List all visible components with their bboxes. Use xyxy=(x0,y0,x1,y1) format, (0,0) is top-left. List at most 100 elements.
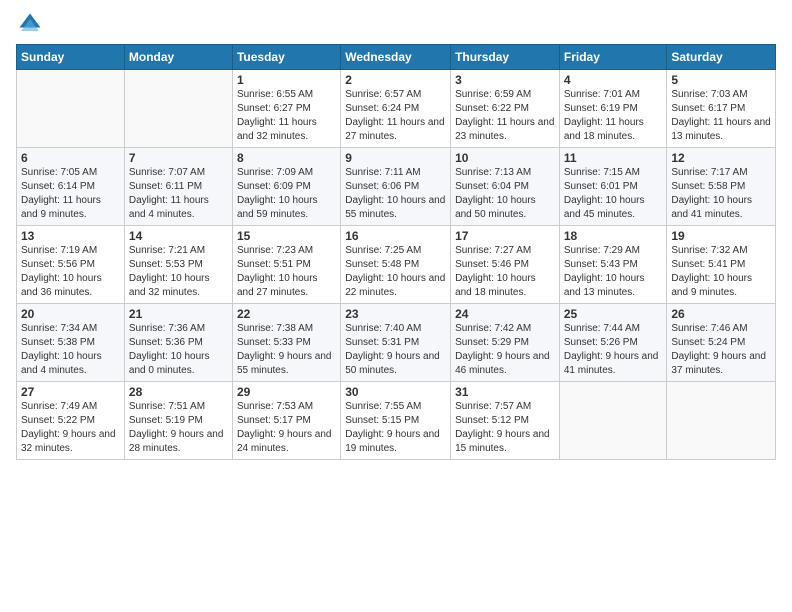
day-number: 23 xyxy=(345,307,446,321)
day-detail: Sunrise: 7:38 AMSunset: 5:33 PMDaylight:… xyxy=(237,322,336,378)
day-detail: Sunrise: 7:21 AMSunset: 5:53 PMDaylight:… xyxy=(129,244,228,300)
calendar-week-row: 27Sunrise: 7:49 AMSunset: 5:22 PMDayligh… xyxy=(17,382,776,460)
calendar-cell: 13Sunrise: 7:19 AMSunset: 5:56 PMDayligh… xyxy=(17,226,125,304)
day-number: 29 xyxy=(237,385,336,399)
calendar-cell: 24Sunrise: 7:42 AMSunset: 5:29 PMDayligh… xyxy=(451,304,560,382)
calendar-cell xyxy=(559,382,667,460)
calendar-cell: 27Sunrise: 7:49 AMSunset: 5:22 PMDayligh… xyxy=(17,382,125,460)
day-number: 3 xyxy=(455,73,555,87)
day-detail: Sunrise: 7:19 AMSunset: 5:56 PMDaylight:… xyxy=(21,244,120,300)
day-detail: Sunrise: 7:57 AMSunset: 5:12 PMDaylight:… xyxy=(455,400,555,456)
day-number: 7 xyxy=(129,151,228,165)
day-detail: Sunrise: 7:40 AMSunset: 5:31 PMDaylight:… xyxy=(345,322,446,378)
calendar-cell: 21Sunrise: 7:36 AMSunset: 5:36 PMDayligh… xyxy=(124,304,232,382)
day-number: 5 xyxy=(671,73,771,87)
day-detail: Sunrise: 7:29 AMSunset: 5:43 PMDaylight:… xyxy=(564,244,663,300)
calendar-cell: 7Sunrise: 7:07 AMSunset: 6:11 PMDaylight… xyxy=(124,148,232,226)
day-number: 6 xyxy=(21,151,120,165)
calendar-cell: 20Sunrise: 7:34 AMSunset: 5:38 PMDayligh… xyxy=(17,304,125,382)
day-number: 11 xyxy=(564,151,663,165)
weekday-header: Saturday xyxy=(667,45,776,70)
calendar-cell: 4Sunrise: 7:01 AMSunset: 6:19 PMDaylight… xyxy=(559,70,667,148)
logo-icon xyxy=(16,10,44,38)
calendar-week-row: 20Sunrise: 7:34 AMSunset: 5:38 PMDayligh… xyxy=(17,304,776,382)
calendar-cell: 25Sunrise: 7:44 AMSunset: 5:26 PMDayligh… xyxy=(559,304,667,382)
day-number: 30 xyxy=(345,385,446,399)
day-detail: Sunrise: 7:25 AMSunset: 5:48 PMDaylight:… xyxy=(345,244,446,300)
calendar-week-row: 1Sunrise: 6:55 AMSunset: 6:27 PMDaylight… xyxy=(17,70,776,148)
day-detail: Sunrise: 7:05 AMSunset: 6:14 PMDaylight:… xyxy=(21,166,120,222)
calendar-cell: 31Sunrise: 7:57 AMSunset: 5:12 PMDayligh… xyxy=(451,382,560,460)
day-detail: Sunrise: 7:27 AMSunset: 5:46 PMDaylight:… xyxy=(455,244,555,300)
calendar-cell: 3Sunrise: 6:59 AMSunset: 6:22 PMDaylight… xyxy=(451,70,560,148)
calendar-cell: 19Sunrise: 7:32 AMSunset: 5:41 PMDayligh… xyxy=(667,226,776,304)
day-number: 9 xyxy=(345,151,446,165)
day-detail: Sunrise: 7:23 AMSunset: 5:51 PMDaylight:… xyxy=(237,244,336,300)
weekday-header: Tuesday xyxy=(232,45,340,70)
calendar-cell: 30Sunrise: 7:55 AMSunset: 5:15 PMDayligh… xyxy=(341,382,451,460)
weekday-header-row: SundayMondayTuesdayWednesdayThursdayFrid… xyxy=(17,45,776,70)
calendar-cell: 26Sunrise: 7:46 AMSunset: 5:24 PMDayligh… xyxy=(667,304,776,382)
day-number: 22 xyxy=(237,307,336,321)
calendar-cell: 17Sunrise: 7:27 AMSunset: 5:46 PMDayligh… xyxy=(451,226,560,304)
day-detail: Sunrise: 7:13 AMSunset: 6:04 PMDaylight:… xyxy=(455,166,555,222)
calendar-cell: 15Sunrise: 7:23 AMSunset: 5:51 PMDayligh… xyxy=(232,226,340,304)
calendar: SundayMondayTuesdayWednesdayThursdayFrid… xyxy=(16,44,776,460)
calendar-cell: 28Sunrise: 7:51 AMSunset: 5:19 PMDayligh… xyxy=(124,382,232,460)
day-number: 13 xyxy=(21,229,120,243)
day-number: 2 xyxy=(345,73,446,87)
day-number: 27 xyxy=(21,385,120,399)
calendar-week-row: 6Sunrise: 7:05 AMSunset: 6:14 PMDaylight… xyxy=(17,148,776,226)
day-detail: Sunrise: 7:34 AMSunset: 5:38 PMDaylight:… xyxy=(21,322,120,378)
calendar-cell: 23Sunrise: 7:40 AMSunset: 5:31 PMDayligh… xyxy=(341,304,451,382)
calendar-cell: 18Sunrise: 7:29 AMSunset: 5:43 PMDayligh… xyxy=(559,226,667,304)
day-number: 28 xyxy=(129,385,228,399)
calendar-cell xyxy=(124,70,232,148)
calendar-cell xyxy=(17,70,125,148)
day-detail: Sunrise: 7:15 AMSunset: 6:01 PMDaylight:… xyxy=(564,166,663,222)
day-detail: Sunrise: 7:17 AMSunset: 5:58 PMDaylight:… xyxy=(671,166,771,222)
page: SundayMondayTuesdayWednesdayThursdayFrid… xyxy=(0,0,792,612)
day-detail: Sunrise: 7:03 AMSunset: 6:17 PMDaylight:… xyxy=(671,88,771,144)
calendar-cell xyxy=(667,382,776,460)
day-detail: Sunrise: 7:49 AMSunset: 5:22 PMDaylight:… xyxy=(21,400,120,456)
day-number: 19 xyxy=(671,229,771,243)
calendar-cell: 9Sunrise: 7:11 AMSunset: 6:06 PMDaylight… xyxy=(341,148,451,226)
weekday-header: Wednesday xyxy=(341,45,451,70)
weekday-header: Monday xyxy=(124,45,232,70)
calendar-cell: 14Sunrise: 7:21 AMSunset: 5:53 PMDayligh… xyxy=(124,226,232,304)
day-detail: Sunrise: 7:55 AMSunset: 5:15 PMDaylight:… xyxy=(345,400,446,456)
day-number: 15 xyxy=(237,229,336,243)
calendar-cell: 2Sunrise: 6:57 AMSunset: 6:24 PMDaylight… xyxy=(341,70,451,148)
day-number: 20 xyxy=(21,307,120,321)
calendar-cell: 10Sunrise: 7:13 AMSunset: 6:04 PMDayligh… xyxy=(451,148,560,226)
day-detail: Sunrise: 6:57 AMSunset: 6:24 PMDaylight:… xyxy=(345,88,446,144)
day-number: 8 xyxy=(237,151,336,165)
day-number: 24 xyxy=(455,307,555,321)
calendar-cell: 11Sunrise: 7:15 AMSunset: 6:01 PMDayligh… xyxy=(559,148,667,226)
day-detail: Sunrise: 7:46 AMSunset: 5:24 PMDaylight:… xyxy=(671,322,771,378)
day-number: 25 xyxy=(564,307,663,321)
day-number: 18 xyxy=(564,229,663,243)
day-number: 12 xyxy=(671,151,771,165)
day-detail: Sunrise: 7:01 AMSunset: 6:19 PMDaylight:… xyxy=(564,88,663,144)
day-detail: Sunrise: 6:59 AMSunset: 6:22 PMDaylight:… xyxy=(455,88,555,144)
day-number: 16 xyxy=(345,229,446,243)
day-detail: Sunrise: 7:51 AMSunset: 5:19 PMDaylight:… xyxy=(129,400,228,456)
logo xyxy=(16,10,48,38)
day-detail: Sunrise: 7:07 AMSunset: 6:11 PMDaylight:… xyxy=(129,166,228,222)
day-number: 4 xyxy=(564,73,663,87)
weekday-header: Friday xyxy=(559,45,667,70)
weekday-header: Sunday xyxy=(17,45,125,70)
day-detail: Sunrise: 7:09 AMSunset: 6:09 PMDaylight:… xyxy=(237,166,336,222)
day-number: 21 xyxy=(129,307,228,321)
day-detail: Sunrise: 6:55 AMSunset: 6:27 PMDaylight:… xyxy=(237,88,336,144)
day-detail: Sunrise: 7:11 AMSunset: 6:06 PMDaylight:… xyxy=(345,166,446,222)
day-number: 31 xyxy=(455,385,555,399)
day-number: 1 xyxy=(237,73,336,87)
day-number: 14 xyxy=(129,229,228,243)
day-detail: Sunrise: 7:42 AMSunset: 5:29 PMDaylight:… xyxy=(455,322,555,378)
day-detail: Sunrise: 7:44 AMSunset: 5:26 PMDaylight:… xyxy=(564,322,663,378)
calendar-week-row: 13Sunrise: 7:19 AMSunset: 5:56 PMDayligh… xyxy=(17,226,776,304)
day-detail: Sunrise: 7:32 AMSunset: 5:41 PMDaylight:… xyxy=(671,244,771,300)
